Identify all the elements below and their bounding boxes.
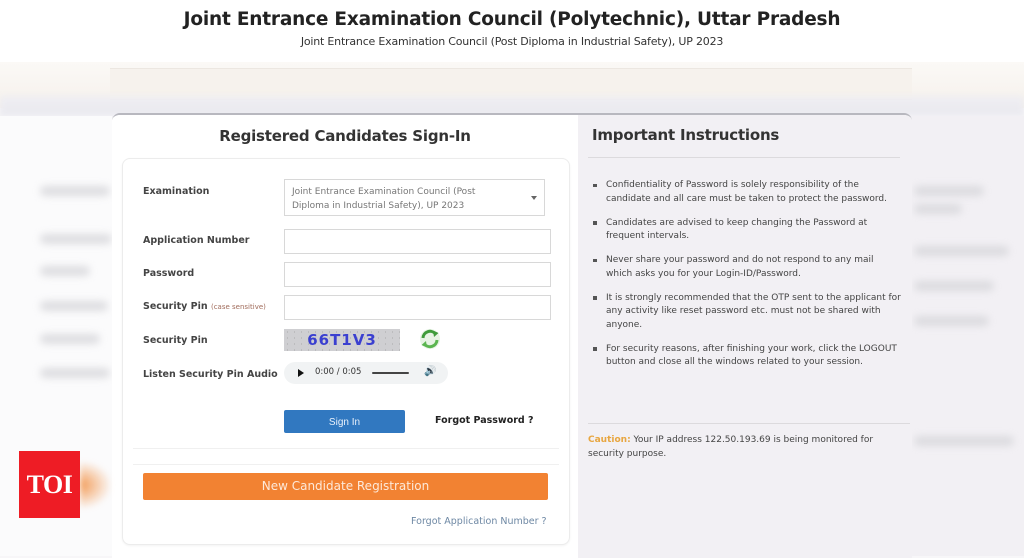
security-pin-label-text: Security Pin (143, 301, 208, 312)
volume-icon[interactable]: 🔊 (424, 366, 436, 377)
application-number-input[interactable] (284, 229, 551, 254)
blurred-right-area (912, 116, 1024, 556)
audio-seek-slider[interactable] (372, 372, 409, 374)
sign-in-button[interactable]: Sign In (284, 410, 405, 433)
page-header: Joint Entrance Examination Council (Poly… (0, 0, 1024, 62)
page-title: Joint Entrance Examination Council (Poly… (183, 9, 841, 30)
examination-select[interactable]: Joint Entrance Examination Council (Post… (284, 179, 545, 216)
instruction-item: Confidentiality of Password is solely re… (592, 179, 902, 206)
divider (588, 423, 910, 424)
application-number-label: Application Number (143, 235, 250, 246)
bullet-icon (593, 347, 597, 351)
examination-selected-value: Joint Entrance Examination Council (Post… (292, 187, 476, 211)
bullet-icon (593, 183, 597, 187)
caution-text: Your IP address 122.50.193.69 is being m… (588, 435, 874, 459)
new-registration-button[interactable]: New Candidate Registration (143, 473, 548, 500)
caution-notice: Caution: Your IP address 122.50.193.69 i… (588, 433, 910, 461)
login-card: Registered Candidates Sign-In Examinatio… (112, 113, 912, 558)
audio-time: 0:00 / 0:05 (315, 367, 362, 377)
bullet-icon (593, 258, 597, 262)
toi-logo: TOI (19, 451, 80, 518)
bullet-icon (593, 296, 597, 300)
instructions-list: Confidentiality of Password is solely re… (592, 179, 902, 380)
instruction-item: For security reasons, after finishing yo… (592, 343, 902, 370)
play-icon[interactable] (298, 369, 304, 377)
signin-heading: Registered Candidates Sign-In (219, 127, 471, 145)
audio-player: 0:00 / 0:05 🔊 (284, 362, 448, 384)
forgot-password-link[interactable]: Forgot Password ? (435, 415, 534, 426)
divider (133, 448, 559, 449)
case-sensitive-hint: (case sensitive) (210, 303, 266, 311)
divider (133, 464, 559, 465)
chevron-down-icon (531, 196, 537, 200)
password-input[interactable] (284, 262, 551, 287)
instructions-panel: Important Instructions Confidentiality o… (578, 115, 912, 558)
instruction-item: Never share your password and do not res… (592, 254, 902, 281)
logo-glow (80, 462, 110, 508)
divider (588, 157, 900, 158)
captcha-image: 66T1V3 (284, 329, 400, 351)
caution-tag: Caution: (588, 435, 631, 445)
audio-label: Listen Security Pin Audio (143, 369, 278, 380)
instructions-heading: Important Instructions (592, 126, 780, 144)
instruction-item: It is strongly recommended that the OTP … (592, 292, 902, 333)
security-pin-image-label: Security Pin (143, 335, 208, 346)
forgot-application-number-link[interactable]: Forgot Application Number ? (411, 516, 547, 527)
refresh-captcha-icon[interactable] (419, 328, 441, 350)
signin-panel: Registered Candidates Sign-In Examinatio… (112, 115, 578, 558)
security-pin-input-label: Security Pin (case sensitive) (143, 301, 266, 312)
signin-form: Examination Joint Entrance Examination C… (122, 158, 570, 545)
bullet-icon (593, 221, 597, 225)
page-subtitle: Joint Entrance Examination Council (Post… (300, 35, 724, 48)
examination-label: Examination (143, 186, 210, 197)
security-pin-input[interactable] (284, 295, 551, 320)
instruction-item: Candidates are advised to keep changing … (592, 217, 902, 244)
password-label: Password (143, 268, 195, 279)
